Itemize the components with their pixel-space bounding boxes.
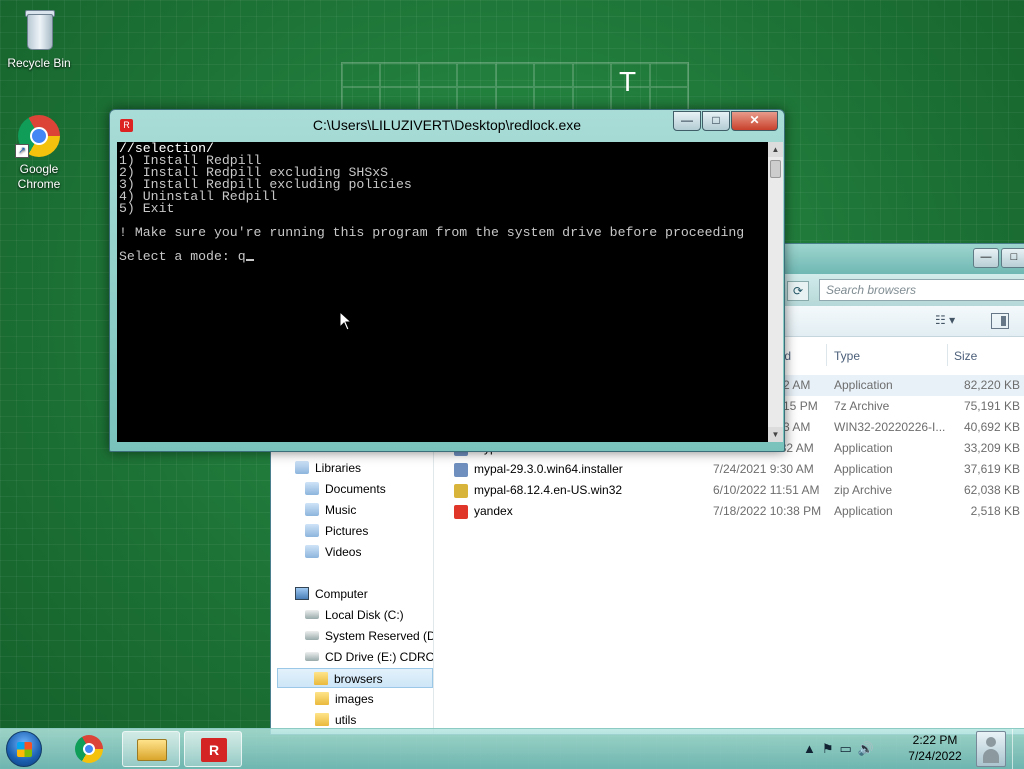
taskbar-chrome[interactable]	[60, 731, 118, 767]
folder-icon	[137, 739, 167, 761]
pictures-icon	[305, 524, 319, 537]
console-line: ! Make sure you're running this program …	[119, 225, 745, 240]
drive-icon	[305, 610, 319, 619]
zip-icon	[454, 484, 468, 498]
clock-time: 2:22 PM	[912, 733, 958, 747]
taskbar: R ▲ ⚑ ▭ 🔊 2:22 PM 7/24/2022	[0, 728, 1024, 769]
console-titlebar[interactable]: R C:\Users\LILUZIVERT\Desktop\redlock.ex…	[110, 110, 784, 142]
installer-icon	[454, 463, 468, 477]
background-grid-window	[341, 62, 689, 112]
recycle-bin-label: Recycle Bin	[7, 56, 71, 70]
recycle-bin-icon	[15, 6, 63, 54]
nav-computer[interactable]: Computer	[295, 584, 368, 604]
nav-documents[interactable]: Documents	[305, 479, 386, 499]
show-hidden-icons-icon[interactable]: ▲	[803, 741, 816, 757]
chrome-icon	[75, 735, 103, 763]
search-input[interactable]: Search browsers	[819, 279, 1024, 301]
console-prompt[interactable]: Select a mode: q	[119, 249, 246, 264]
file-row[interactable]: mypal-29.3.0.win64.installer 7/24/2021 9…	[451, 459, 1024, 480]
folder-icon	[315, 692, 329, 705]
console-output[interactable]: //selection/ 1) Install Redpill 2) Insta…	[117, 142, 768, 442]
nav-cd-drive[interactable]: CD Drive (E:) CDROM	[305, 647, 433, 667]
google-chrome-shortcut[interactable]: ↗ Google Chrome	[1, 112, 77, 192]
file-row[interactable]: mypal-68.12.4.en-US.win32 6/10/2022 11:5…	[451, 480, 1024, 501]
console-scrollbar[interactable]: ▲ ▼	[768, 142, 783, 442]
explorer-maximize-button[interactable]: □	[1001, 248, 1024, 268]
folder-icon	[315, 713, 329, 726]
yandex-icon	[454, 505, 468, 519]
chrome-icon: ↗	[15, 112, 63, 160]
nav-folder-browsers[interactable]: browsers	[277, 668, 433, 688]
system-tray: ▲ ⚑ ▭ 🔊	[803, 741, 874, 757]
nav-folder-images[interactable]: images	[315, 689, 374, 709]
refresh-icon[interactable]: ⟳	[787, 281, 809, 301]
nav-libraries[interactable]: Libraries	[295, 458, 361, 478]
redlock-icon: R	[201, 738, 227, 762]
nav-local-disk[interactable]: Local Disk (C:)	[305, 605, 433, 625]
cd-drive-icon	[305, 652, 319, 661]
scroll-up-icon[interactable]: ▲	[768, 142, 783, 157]
recycle-bin-shortcut[interactable]: Recycle Bin	[1, 6, 77, 71]
explorer-minimize-button[interactable]: —	[973, 248, 999, 268]
taskbar-redlock[interactable]: R	[184, 731, 242, 767]
nav-pictures[interactable]: Pictures	[305, 521, 368, 541]
text-cursor	[245, 259, 254, 261]
taskbar-clock[interactable]: 2:22 PM 7/24/2022	[900, 732, 970, 764]
folder-icon	[314, 672, 328, 685]
console-maximize-button[interactable]: □	[702, 111, 730, 131]
videos-icon	[305, 545, 319, 558]
nav-videos[interactable]: Videos	[305, 542, 361, 562]
mouse-pointer-icon	[339, 311, 353, 331]
change-view-icon[interactable]: ☷ ▾	[935, 313, 971, 329]
network-icon[interactable]: ▭	[840, 741, 852, 757]
file-row[interactable]: yandex 7/18/2022 10:38 PM Application 2,…	[451, 501, 1024, 522]
google-chrome-label: Google Chrome	[17, 162, 61, 191]
navigation-pane: Libraries Documents Music Pictures Video…	[271, 444, 434, 734]
user-account-icon[interactable]	[976, 731, 1006, 767]
console-text: //selection/ 1) Install Redpill 2) Insta…	[119, 142, 745, 264]
console-line: 5) Exit	[119, 201, 175, 216]
nav-folder-utils[interactable]: utils	[315, 710, 356, 730]
action-center-flag-icon[interactable]: ⚑	[822, 741, 834, 757]
drive-icon	[305, 631, 319, 640]
computer-icon	[295, 587, 309, 600]
console-window[interactable]: R C:\Users\LILUZIVERT\Desktop\redlock.ex…	[109, 109, 785, 452]
taskbar-explorer[interactable]	[122, 731, 180, 767]
scroll-down-icon[interactable]: ▼	[768, 427, 783, 442]
preview-pane-icon[interactable]	[991, 313, 1009, 329]
scroll-thumb[interactable]	[770, 160, 781, 178]
col-size[interactable]: Size	[954, 344, 977, 368]
console-close-button[interactable]: ✕	[731, 111, 778, 131]
libraries-icon	[295, 461, 309, 474]
start-button[interactable]	[6, 731, 42, 767]
console-minimize-button[interactable]: —	[673, 111, 701, 131]
documents-icon	[305, 482, 319, 495]
volume-icon[interactable]: 🔊	[858, 741, 874, 757]
clock-date: 7/24/2022	[908, 749, 962, 763]
col-type[interactable]: Type	[834, 344, 860, 368]
music-icon	[305, 503, 319, 516]
nav-system-reserved[interactable]: System Reserved (D:	[305, 626, 433, 646]
grid-letter: T	[619, 66, 637, 97]
show-desktop-button[interactable]	[1012, 729, 1024, 769]
nav-music[interactable]: Music	[305, 500, 356, 520]
